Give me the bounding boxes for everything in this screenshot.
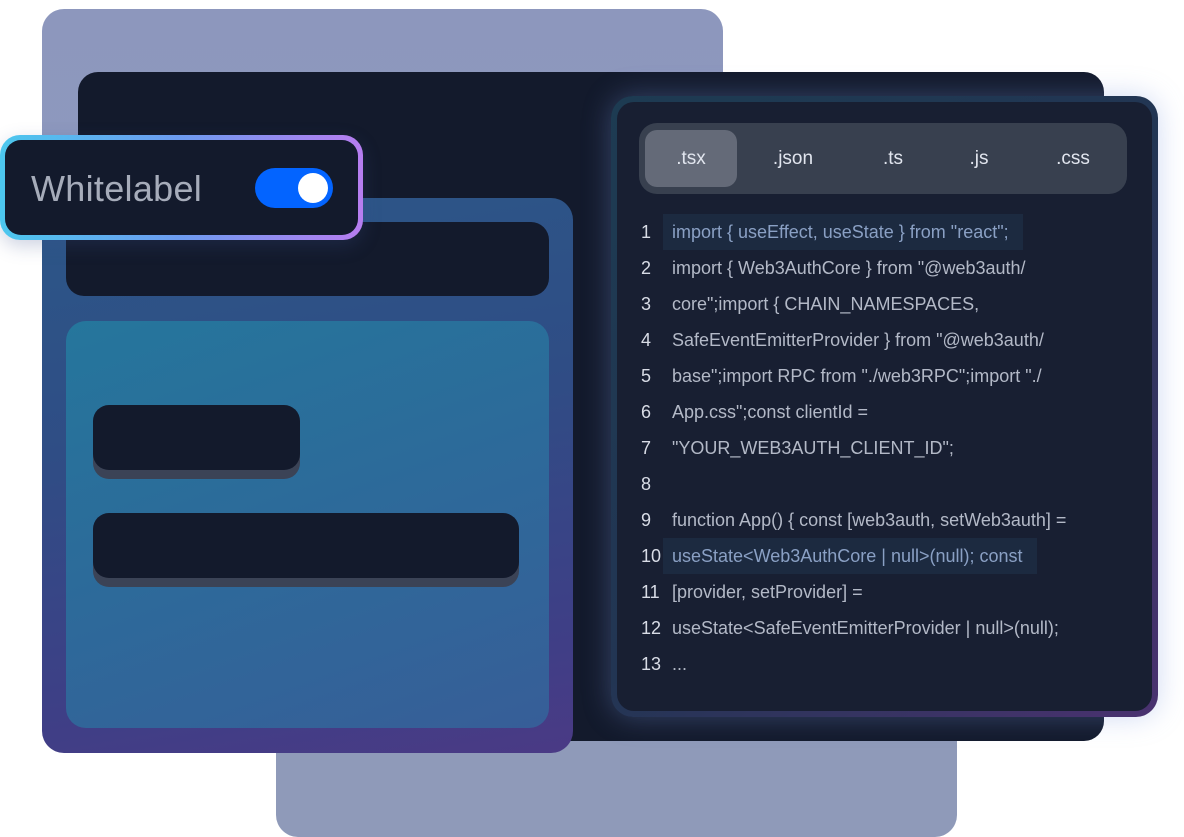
code-line: 7 "YOUR_WEB3AUTH_CLIENT_ID"; xyxy=(617,430,1152,466)
line-number: 8 xyxy=(641,474,652,494)
file-type-tabs: .tsx .json .ts .js .css xyxy=(639,123,1127,194)
line-text: useState<Web3AuthCore | null>(null); con… xyxy=(663,538,1037,574)
tab-ts[interactable]: .ts xyxy=(849,130,937,187)
code-editor-panel: .tsx .json .ts .js .css 1 import { useEf… xyxy=(611,96,1158,717)
line-text: useState<SafeEventEmitterProvider | null… xyxy=(672,618,1059,638)
whitelabel-toggle[interactable] xyxy=(255,168,333,208)
line-number: 9 xyxy=(641,510,652,530)
tab-json[interactable]: .json xyxy=(747,130,839,187)
illustration-stage: Whitelabel .tsx .json .ts .js .css 1 imp… xyxy=(0,0,1184,837)
toggle-knob xyxy=(298,173,328,203)
code-line: 10 useState<Web3AuthCore | null>(null); … xyxy=(617,538,1152,574)
line-text: App.css";const clientId = xyxy=(672,402,868,422)
preview-content-card xyxy=(66,321,549,728)
code-line: 4 SafeEventEmitterProvider } from "@web3… xyxy=(617,322,1152,358)
line-number: 3 xyxy=(641,294,652,314)
tab-tsx[interactable]: .tsx xyxy=(645,130,737,187)
line-text: ... xyxy=(672,654,688,674)
line-text: base";import RPC from "./web3RPC";import… xyxy=(672,366,1042,386)
whitelabel-card: Whitelabel xyxy=(0,135,363,240)
line-number: 12 xyxy=(641,618,662,638)
line-number: 10 xyxy=(641,546,662,566)
code-line: 12 useState<SafeEventEmitterProvider | n… xyxy=(617,610,1152,646)
code-lines: 1 import { useEffect, useState } from "r… xyxy=(617,214,1152,682)
preview-panel xyxy=(42,198,573,753)
line-text: [provider, setProvider] = xyxy=(672,582,863,602)
placeholder-input[interactable] xyxy=(93,513,519,578)
placeholder-button[interactable] xyxy=(93,405,300,470)
tab-js[interactable]: .js xyxy=(939,130,1019,187)
whitelabel-label: Whitelabel xyxy=(31,168,203,209)
line-text: "YOUR_WEB3AUTH_CLIENT_ID"; xyxy=(672,438,954,458)
line-text: SafeEventEmitterProvider } from "@web3au… xyxy=(672,330,1044,350)
line-number: 11 xyxy=(641,582,660,602)
code-line: 8 xyxy=(617,466,1152,502)
line-number: 2 xyxy=(641,258,652,278)
code-line: 1 import { useEffect, useState } from "r… xyxy=(617,214,1152,250)
code-line: 13 ... xyxy=(617,646,1152,682)
line-number: 5 xyxy=(641,366,652,386)
code-line: 11 [provider, setProvider] = xyxy=(617,574,1152,610)
line-number: 1 xyxy=(641,222,652,242)
line-text: core";import { CHAIN_NAMESPACES, xyxy=(672,294,980,314)
line-number: 4 xyxy=(641,330,652,350)
code-line: 6 App.css";const clientId = xyxy=(617,394,1152,430)
code-editor: .tsx .json .ts .js .css 1 import { useEf… xyxy=(617,102,1152,711)
tab-css[interactable]: .css xyxy=(1025,130,1121,187)
code-line: 5 base";import RPC from "./web3RPC";impo… xyxy=(617,358,1152,394)
line-number: 7 xyxy=(641,438,652,458)
code-line: 3 core";import { CHAIN_NAMESPACES, xyxy=(617,286,1152,322)
whitelabel-card-inner: Whitelabel xyxy=(5,140,358,235)
line-number: 13 xyxy=(641,654,662,674)
line-number: 6 xyxy=(641,402,652,422)
code-line: 9 function App() { const [web3auth, setW… xyxy=(617,502,1152,538)
line-text: import { useEffect, useState } from "rea… xyxy=(663,214,1023,250)
line-text: function App() { const [web3auth, setWeb… xyxy=(672,510,1067,530)
line-text: import { Web3AuthCore } from "@web3auth/ xyxy=(672,258,1026,278)
code-line: 2 import { Web3AuthCore } from "@web3aut… xyxy=(617,250,1152,286)
